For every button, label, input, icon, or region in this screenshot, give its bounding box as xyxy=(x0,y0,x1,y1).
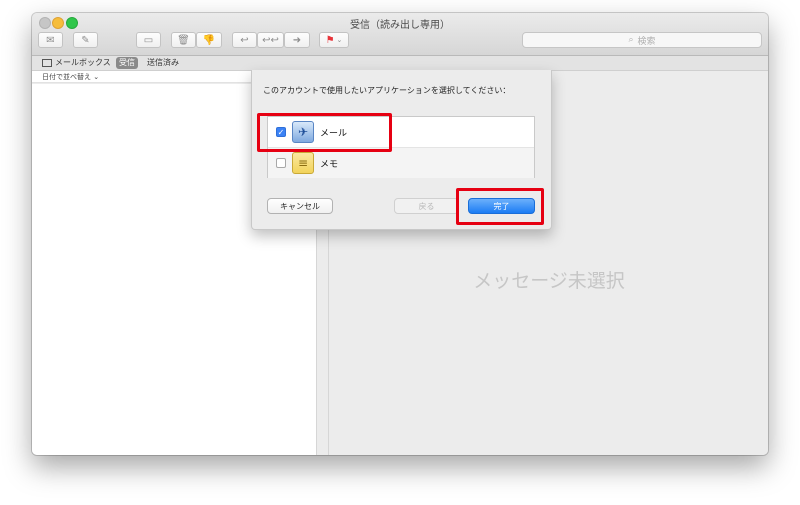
forward-button[interactable]: ➜ xyxy=(284,32,310,48)
sort-label: 日付で並べ替え xyxy=(42,73,91,81)
forward-icon: ➜ xyxy=(292,34,302,46)
trash-icon: 🗑 xyxy=(177,34,190,46)
favorite-sent[interactable]: 送信済み xyxy=(147,57,179,69)
no-message-selected-text: メッセージ未選択 xyxy=(473,270,625,292)
sidebar-icon xyxy=(42,58,52,67)
envelope-icon: ✉ xyxy=(46,34,55,46)
window-title: 受信（読み出し専用） xyxy=(350,20,450,31)
compose-button[interactable]: ✎ xyxy=(73,32,98,48)
done-button-highlight xyxy=(456,188,544,225)
favorite-inbox[interactable]: 受信 xyxy=(116,57,138,69)
trash-button[interactable]: 🗑 xyxy=(171,32,196,48)
reply-button[interactable]: ↩ xyxy=(232,32,257,48)
chevron-down-icon: ⌄ xyxy=(336,36,343,44)
toolbar: 受信（読み出し専用） ✉ ✎ ▭ 🗑 👎 ↩ ↩↩ ➜ ⚑ ⌄ ⌕ 検索 xyxy=(32,13,768,56)
search-field[interactable]: ⌕ 検索 xyxy=(522,32,762,48)
cancel-button[interactable]: キャンセル xyxy=(267,198,333,214)
mailboxes-toggle[interactable]: メールボックス xyxy=(42,57,111,69)
flag-icon: ⚑ xyxy=(325,34,335,46)
mail-row-highlight xyxy=(257,113,392,152)
search-placeholder: 検索 xyxy=(637,36,656,47)
app-name-notes: メモ xyxy=(320,159,339,170)
notes-app-icon: ≡ xyxy=(292,152,314,174)
reply-icon: ↩ xyxy=(240,34,249,46)
junk-button[interactable]: 👎 xyxy=(196,32,222,48)
sheet-prompt: このアカウントで使用したいアプリケーションを選択してください： xyxy=(263,86,511,95)
chevron-down-icon: ⌄ xyxy=(93,73,100,81)
app-row-notes[interactable]: ≡ メモ xyxy=(268,148,534,178)
mailboxes-label: メールボックス xyxy=(55,58,111,67)
back-button[interactable]: 戻る xyxy=(394,198,459,214)
mail-window: 受信（読み出し専用） ✉ ✎ ▭ 🗑 👎 ↩ ↩↩ ➜ ⚑ ⌄ ⌕ 検索 メール… xyxy=(32,13,768,455)
reply-all-button[interactable]: ↩↩ xyxy=(257,32,284,48)
notes-checkbox[interactable] xyxy=(276,158,286,168)
archive-icon: ▭ xyxy=(143,34,154,46)
flag-button[interactable]: ⚑ ⌄ xyxy=(319,32,349,48)
search-icon: ⌕ xyxy=(628,35,634,45)
junk-icon: 👎 xyxy=(202,34,216,46)
get-mail-button[interactable]: ✉ xyxy=(38,32,63,48)
reply-all-icon: ↩↩ xyxy=(262,34,279,46)
favorites-bar: メールボックス 受信 送信済み xyxy=(32,56,768,71)
archive-button[interactable]: ▭ xyxy=(136,32,161,48)
compose-icon: ✎ xyxy=(81,34,90,46)
